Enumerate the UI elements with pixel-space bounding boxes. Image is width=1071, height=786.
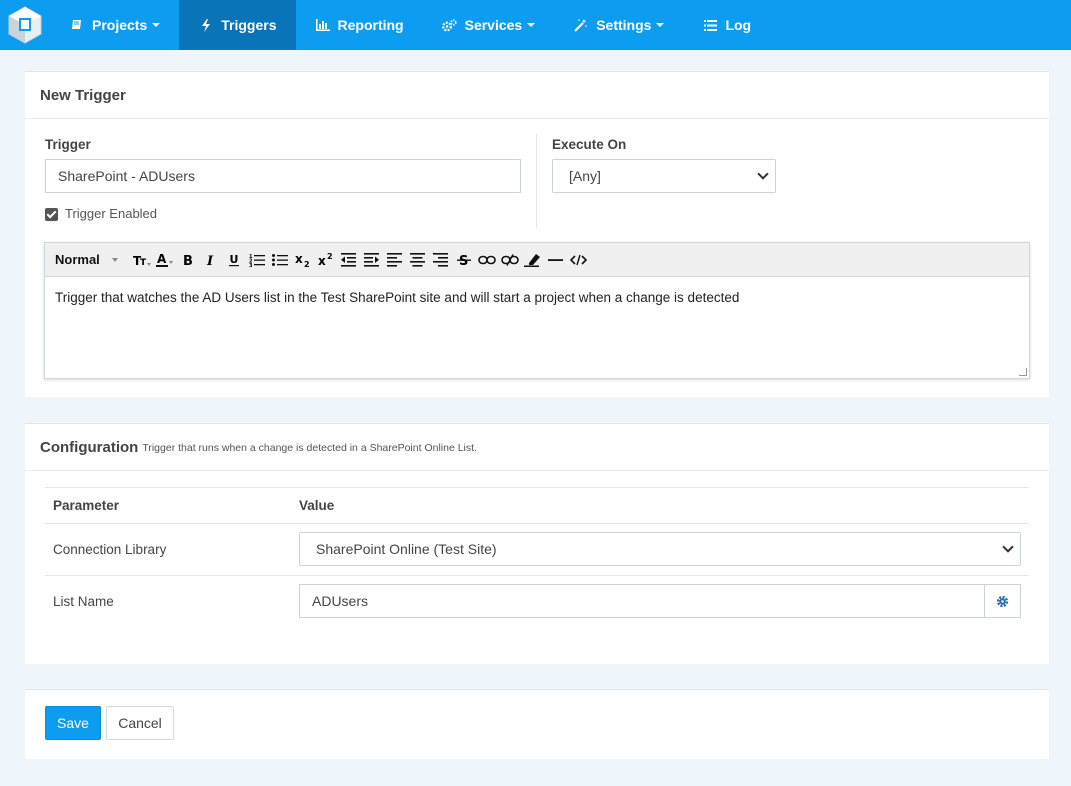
panel-title: Configuration	[40, 438, 139, 456]
bar-chart-icon	[315, 19, 331, 31]
subscript-icon[interactable]: x2	[293, 250, 313, 270]
nav-services-label: Services	[464, 17, 523, 33]
bold-icon[interactable]: B	[178, 250, 198, 270]
save-button[interactable]: Save	[45, 706, 101, 740]
nav-triggers[interactable]: Triggers	[179, 0, 296, 50]
parameters-table: Parameter Value Connection Library Share…	[45, 487, 1029, 627]
nav-reporting[interactable]: Reporting	[296, 0, 423, 50]
cancel-button[interactable]: Cancel	[106, 706, 174, 740]
link-icon[interactable]	[477, 250, 497, 270]
nav-reporting-label: Reporting	[337, 17, 404, 33]
svg-text:3: 3	[249, 263, 253, 267]
magic-wand-icon	[573, 18, 589, 32]
svg-text:T: T	[140, 258, 147, 267]
list-picker-button[interactable]	[984, 584, 1021, 618]
trigger-label: Trigger	[45, 137, 91, 152]
chevron-down-icon	[757, 168, 769, 180]
nav-settings[interactable]: Settings	[554, 0, 683, 50]
align-right-icon[interactable]	[431, 250, 451, 270]
new-trigger-panel: New Trigger Trigger SharePoint - ADUsers…	[25, 71, 1049, 397]
description-editor: Normal TT A B I U 123 x2 x2 S Trigger th…	[44, 242, 1030, 379]
list-name-value: ADUsers	[312, 593, 369, 609]
horizontal-rule-icon[interactable]	[546, 250, 566, 270]
parameter-name: List Name	[53, 594, 114, 609]
chevron-down-icon	[527, 23, 536, 27]
trigger-name-value: SharePoint - ADUsers	[58, 168, 195, 184]
logo-icon	[8, 6, 42, 44]
table-row: List Name ADUsers	[45, 575, 1029, 627]
underline-icon[interactable]: U	[224, 250, 244, 270]
ordered-list-icon[interactable]: 123	[247, 250, 267, 270]
connection-library-select[interactable]: SharePoint Online (Test Site)	[299, 532, 1021, 566]
align-center-icon[interactable]	[408, 250, 428, 270]
superscript-icon[interactable]: x2	[316, 250, 336, 270]
svg-text:B: B	[183, 254, 193, 267]
execute-on-value: [Any]	[569, 168, 601, 184]
configuration-panel: Configuration Trigger that runs when a c…	[25, 423, 1049, 664]
list-icon	[702, 19, 718, 31]
execute-on-select[interactable]: [Any]	[552, 159, 776, 193]
value-cell: ADUsers	[299, 576, 1029, 627]
column-header-value: Value	[299, 498, 335, 513]
bolt-icon	[198, 18, 214, 32]
chevron-down-icon	[1002, 541, 1014, 553]
nav-log-label: Log	[725, 17, 752, 33]
chevron-down-icon	[656, 23, 665, 27]
column-header-parameter: Parameter	[53, 498, 120, 513]
panel-subtitle: Trigger that runs when a change is detec…	[142, 442, 477, 454]
table-row: Connection Library SharePoint Online (Te…	[45, 523, 1029, 575]
parameter-name: Connection Library	[53, 542, 167, 557]
table-header-row: Parameter Value	[45, 487, 1029, 523]
chevron-down-icon	[152, 23, 161, 27]
unlink-icon[interactable]	[500, 250, 520, 270]
top-navbar: Projects Triggers Reporting Services Set…	[0, 0, 1071, 50]
editor-content[interactable]: Trigger that watches the AD Users list i…	[45, 277, 1029, 378]
code-view-icon[interactable]	[569, 250, 589, 270]
nav-triggers-label: Triggers	[221, 17, 277, 33]
strikethrough-icon[interactable]: S	[454, 250, 474, 270]
svg-text:x: x	[295, 252, 303, 266]
font-size-icon[interactable]: TT	[132, 250, 152, 270]
indent-icon[interactable]	[362, 250, 382, 270]
column-divider	[536, 134, 537, 228]
nav-settings-label: Settings	[596, 17, 652, 33]
connection-library-value: SharePoint Online (Test Site)	[316, 541, 497, 557]
font-color-icon[interactable]: A	[155, 250, 175, 270]
book-icon	[69, 19, 85, 31]
format-dropdown[interactable]: Normal	[55, 250, 118, 270]
nav-projects-label: Projects	[92, 17, 148, 33]
actions-panel: Save Cancel	[25, 689, 1049, 759]
trigger-enabled-checkbox[interactable]	[45, 208, 58, 221]
trigger-enabled-label: Trigger Enabled	[65, 206, 158, 221]
panel-title: New Trigger	[40, 86, 126, 104]
resize-handle[interactable]	[1019, 368, 1027, 376]
trigger-name-input[interactable]: SharePoint - ADUsers	[45, 159, 521, 193]
execute-on-label: Execute On	[552, 137, 627, 152]
format-dropdown-label: Normal	[55, 252, 100, 267]
editor-text: Trigger that watches the AD Users list i…	[55, 290, 740, 305]
nav-services[interactable]: Services	[423, 0, 555, 50]
bullet-list-icon[interactable]	[270, 250, 290, 270]
nav-log[interactable]: Log	[683, 0, 770, 50]
svg-text:A: A	[157, 252, 167, 266]
align-left-icon[interactable]	[385, 250, 405, 270]
configuration-heading: Configuration Trigger that runs when a c…	[25, 424, 1049, 471]
clear-format-icon[interactable]	[523, 250, 543, 270]
outdent-icon[interactable]	[339, 250, 359, 270]
editor-toolbar: Normal TT A B I U 123 x2 x2 S	[45, 243, 1029, 277]
cogs-icon	[442, 18, 458, 32]
list-name-input[interactable]: ADUsers	[299, 584, 985, 618]
svg-text:2: 2	[304, 260, 310, 268]
new-trigger-heading: New Trigger	[25, 72, 1049, 119]
nav-projects[interactable]: Projects	[50, 0, 179, 50]
svg-text:2: 2	[327, 252, 333, 261]
svg-text:I: I	[206, 254, 214, 267]
svg-text:x: x	[318, 254, 326, 268]
italic-icon[interactable]: I	[201, 250, 221, 270]
gear-icon	[996, 595, 1009, 607]
svg-text:U: U	[229, 253, 238, 266]
value-cell: SharePoint Online (Test Site)	[299, 524, 1029, 575]
app-logo[interactable]	[0, 0, 50, 50]
chevron-down-icon	[111, 257, 118, 262]
